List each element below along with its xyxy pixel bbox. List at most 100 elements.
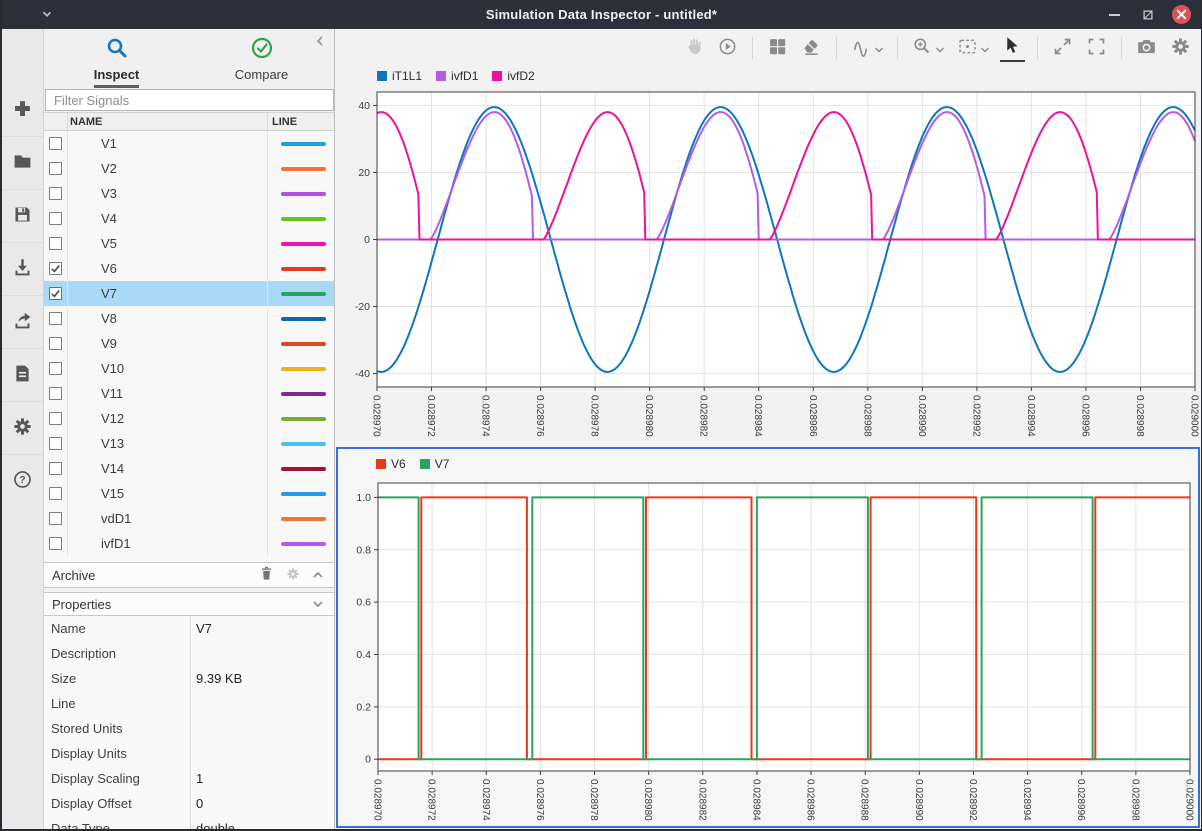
dropdown-caret-icon[interactable]	[981, 41, 989, 56]
signal-row-V5[interactable]: V5	[44, 231, 334, 256]
property-value[interactable]: V7	[190, 621, 334, 636]
property-value[interactable]: 1	[190, 771, 334, 786]
signal-checkbox[interactable]	[49, 187, 62, 200]
maximize-button[interactable]	[1138, 5, 1158, 25]
bottom-chart[interactable]: 0.0289700.0289720.0289740.0289760.028978…	[338, 477, 1196, 827]
signal-checkbox[interactable]	[49, 287, 62, 300]
signal-wave-icon	[851, 36, 872, 60]
report-button[interactable]	[2, 348, 43, 401]
signal-checkbox[interactable]	[49, 262, 62, 275]
property-value[interactable]	[190, 696, 334, 711]
signal-row-V15[interactable]: V15	[44, 481, 334, 506]
signal-row-V14[interactable]: V14	[44, 456, 334, 481]
chevron-up-icon[interactable]	[312, 568, 324, 583]
property-value[interactable]: double	[190, 821, 334, 829]
signal-name: V2	[68, 161, 267, 176]
legend-label: iT1L1	[392, 69, 422, 83]
signal-row-ivfD1[interactable]: ivfD1	[44, 531, 334, 556]
archive-section-header[interactable]: Archive	[44, 562, 334, 588]
property-row-line: Line	[44, 691, 334, 716]
fit-to-view-tool[interactable]	[955, 34, 991, 62]
preferences-button[interactable]	[2, 401, 43, 454]
folder-icon	[12, 151, 33, 175]
window-menu-chevron-icon[interactable]	[40, 7, 54, 24]
dropdown-caret-icon[interactable]	[936, 41, 944, 56]
signal-row-V8[interactable]: V8	[44, 306, 334, 331]
signal-row-vdD1[interactable]: vdD1	[44, 506, 334, 531]
signal-checkbox[interactable]	[49, 412, 62, 425]
close-button[interactable]	[1172, 5, 1191, 24]
property-value[interactable]: 9.39 KB	[190, 671, 334, 686]
open-button[interactable]	[2, 136, 43, 189]
help-button[interactable]: ?	[2, 454, 43, 507]
gear-icon[interactable]	[286, 567, 300, 584]
signal-row-V11[interactable]: V11	[44, 381, 334, 406]
add-button[interactable]	[2, 83, 43, 136]
signal-checkbox[interactable]	[49, 537, 62, 550]
top-chart[interactable]: 0.0289700.0289720.0289740.0289760.028978…	[337, 89, 1201, 445]
eraser-tool[interactable]	[799, 34, 824, 62]
legend-label: ivfD1	[451, 69, 478, 83]
signal-checkbox[interactable]	[49, 212, 62, 225]
save-button[interactable]	[2, 189, 43, 242]
properties-section-header[interactable]: Properties	[44, 592, 334, 616]
tab-compare[interactable]: Compare	[189, 29, 334, 87]
signal-line-swatch	[281, 342, 326, 346]
layout-tool[interactable]	[765, 34, 790, 62]
signal-line-cell	[267, 206, 334, 231]
signal-wave-tool[interactable]	[849, 34, 885, 62]
signal-checkbox[interactable]	[49, 487, 62, 500]
signal-row-V6[interactable]: V6	[44, 256, 334, 281]
signal-checkbox[interactable]	[49, 512, 62, 525]
signal-checkbox[interactable]	[49, 437, 62, 450]
app-window: Simulation Data Inspector - untitled* ? …	[0, 0, 1202, 831]
signal-name: V3	[68, 186, 267, 201]
dropdown-caret-icon[interactable]	[875, 41, 883, 56]
signal-row-V4[interactable]: V4	[44, 206, 334, 231]
signal-row-V2[interactable]: V2	[44, 156, 334, 181]
cursor-tool[interactable]	[1000, 34, 1025, 62]
bottom-chart-panel-selected[interactable]: V6V7 0.0289700.0289720.0289740.0289760.0…	[336, 447, 1200, 828]
signal-row-V10[interactable]: V10	[44, 356, 334, 381]
x-tick-label: 0.028992	[967, 779, 978, 821]
signal-checkbox[interactable]	[49, 362, 62, 375]
expand-icon	[1052, 36, 1073, 60]
signal-checkbox[interactable]	[49, 387, 62, 400]
signal-checkbox[interactable]	[49, 312, 62, 325]
filter-signals-input[interactable]	[45, 89, 334, 111]
x-tick-label: 0.028998	[1134, 395, 1145, 437]
collapse-sidebar-icon[interactable]	[314, 34, 326, 51]
tab-inspect[interactable]: Inspect	[44, 29, 189, 87]
import-button[interactable]	[2, 242, 43, 295]
signal-line-cell	[267, 406, 334, 431]
signal-checkbox[interactable]	[49, 462, 62, 475]
signal-row-V1[interactable]: V1	[44, 131, 334, 156]
cursor-icon	[1002, 35, 1023, 59]
signal-checkbox-cell	[44, 181, 68, 206]
signal-line-cell	[267, 331, 334, 356]
fullscreen-tool[interactable]	[1084, 34, 1109, 62]
trash-icon[interactable]	[259, 565, 274, 585]
signal-checkbox[interactable]	[49, 137, 62, 150]
property-value[interactable]: 0	[190, 796, 334, 811]
expand-tool[interactable]	[1050, 34, 1075, 62]
signal-checkbox[interactable]	[49, 237, 62, 250]
x-tick-label: 0.028972	[425, 395, 436, 437]
property-row-description: Description	[44, 641, 334, 666]
signal-row-V9[interactable]: V9	[44, 331, 334, 356]
signal-row-V13[interactable]: V13	[44, 431, 334, 456]
gear-icon	[12, 416, 33, 440]
signal-row-V3[interactable]: V3	[44, 181, 334, 206]
gear-tool[interactable]	[1168, 34, 1193, 62]
replay-tool[interactable]	[715, 34, 740, 62]
signal-row-V12[interactable]: V12	[44, 406, 334, 431]
camera-tool[interactable]	[1134, 34, 1159, 62]
x-tick-label: 0.028976	[534, 395, 545, 437]
x-tick-label: 0.028996	[1075, 779, 1086, 821]
signal-checkbox[interactable]	[49, 337, 62, 350]
signal-row-V7[interactable]: V7	[44, 281, 334, 306]
minimize-button[interactable]	[1104, 5, 1124, 25]
signal-checkbox[interactable]	[49, 162, 62, 175]
zoom-in-tool[interactable]	[910, 34, 946, 62]
export-button[interactable]	[2, 295, 43, 348]
